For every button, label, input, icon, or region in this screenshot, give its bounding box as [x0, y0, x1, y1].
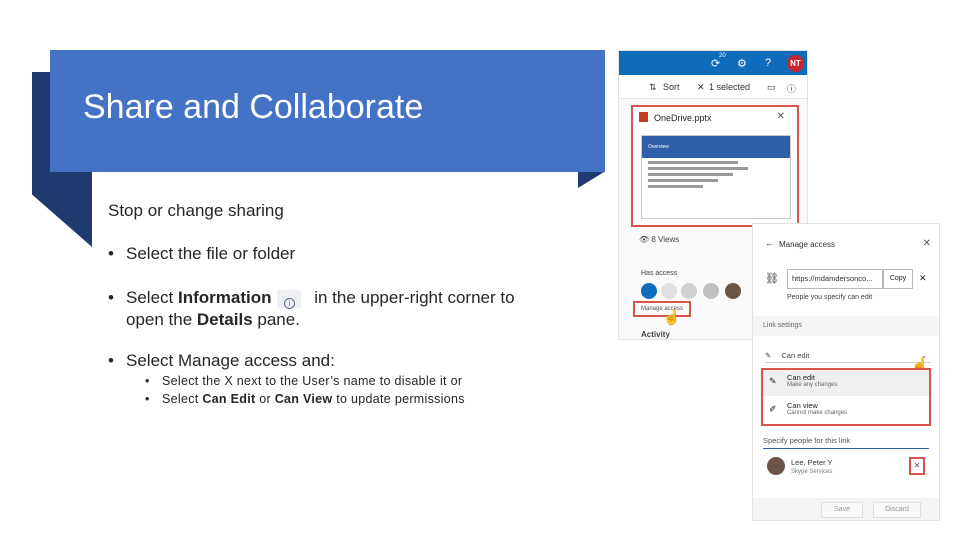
hand-cursor-icon: ☝	[663, 309, 681, 325]
bullet-1-text: Select the file or folder	[126, 244, 296, 263]
file-name: OneDrive.pptx	[654, 113, 712, 123]
banner-fold	[578, 172, 604, 188]
option-label: Can edit	[787, 373, 815, 382]
bullet-glyph: •	[108, 351, 114, 370]
clear-selection-icon[interactable]: ✕	[697, 82, 705, 93]
back-arrow-icon[interactable]: ←	[765, 238, 774, 248]
bullet-3-text: Select Manage access and:	[126, 351, 335, 370]
sort-icon[interactable]: ⇅	[649, 82, 657, 93]
sub-bullet-2: • Select Can Edit or Can View to update p…	[145, 392, 465, 406]
thumbnail-text-line	[648, 161, 738, 164]
link-icon[interactable]	[661, 283, 677, 299]
sub-bullet-2-can-edit: Can Edit	[202, 392, 256, 406]
bullet-2-mid: in the upper-right corner to	[309, 288, 515, 307]
specify-people-input[interactable]: Specify people for this link	[763, 436, 929, 449]
bullet-2-pre: Select	[126, 288, 178, 307]
bullet-2-line2-pre: open the	[126, 310, 197, 329]
manage-access-screenshot: ← Manage access ✕ ⛓ https://mdamdersonco…	[752, 223, 940, 521]
bullet-1: • Select the file or folder	[108, 244, 295, 264]
sub-bullet-1-text: Select the X next to the User’s name to …	[162, 374, 463, 388]
info-icon[interactable]: ⓘ	[787, 82, 796, 95]
sub-bullet-glyph: •	[145, 392, 150, 406]
option-description: Cannot make changes	[787, 410, 848, 416]
bullet-2: • Select Information i in the upper-right …	[108, 287, 568, 331]
sub-bullet-1: • Select the X next to the User’s name to…	[145, 374, 462, 388]
file-preview-panel: OneDrive.pptx ✕ Overview	[631, 105, 799, 227]
command-bar: ⇅ Sort ✕ 1 selected ▭ ⓘ	[619, 75, 807, 99]
thumbnail-text-line	[648, 179, 718, 182]
share-link-field[interactable]: https://mdamdersonco...	[787, 269, 883, 289]
avatar[interactable]: NT	[787, 55, 804, 72]
close-icon[interactable]: ✕	[777, 111, 785, 122]
bullet-2-bold-information: Information	[177, 288, 272, 307]
link-settings-header[interactable]: Link settings	[753, 316, 939, 336]
manage-access-title: Manage access	[779, 240, 836, 249]
manage-access-link[interactable]: Manage access	[633, 301, 691, 317]
bullet-glyph: •	[108, 288, 114, 307]
save-button[interactable]: Save	[821, 502, 863, 518]
user-avatar[interactable]	[725, 283, 741, 299]
gear-icon[interactable]: ⚙	[737, 57, 747, 70]
sub-bullet-2-mid: or	[255, 392, 275, 406]
bullet-3: • Select Manage access and:	[108, 351, 335, 371]
option-description: Make any changes	[787, 382, 838, 388]
sub-bullet-glyph: •	[145, 374, 150, 388]
permission-dropdown[interactable]: ✎ Can edit ⌄	[765, 351, 931, 363]
permission-selected: Can edit	[781, 351, 810, 360]
subheading: Stop or change sharing	[108, 201, 284, 220]
slide-thumbnail: Overview	[641, 135, 791, 219]
person-department: Skype Services	[791, 469, 833, 475]
sub-bullet-2-pre: Select	[162, 392, 203, 406]
link-icon: ⛓	[765, 273, 779, 285]
has-access-label: Has access	[641, 270, 678, 277]
user-avatar[interactable]	[703, 283, 719, 299]
permission-menu: ✎ Can edit Make any changes ✐ Can view C…	[761, 368, 931, 426]
link-permission-note: People you specify can edit	[787, 294, 873, 301]
close-icon[interactable]: ✕	[923, 238, 931, 249]
thumbnail-text-line	[648, 173, 733, 176]
bullet-2-bold-details: Details	[196, 310, 253, 329]
bullet-glyph: •	[108, 244, 114, 263]
activity-label: Activity	[641, 330, 670, 339]
menu-item-can-view[interactable]: ✐ Can view Cannot make changes	[763, 398, 929, 424]
views-count: 👁 8 Views	[639, 235, 680, 244]
person-name: Lee, Peter Y	[791, 458, 833, 467]
pencil-icon: ✎	[769, 376, 777, 386]
file-name-row: OneDrive.pptx	[639, 112, 712, 123]
thumbnail-text-line	[648, 167, 748, 170]
option-label: Can view	[787, 401, 818, 410]
no-edit-icon: ✐	[769, 404, 777, 414]
remove-user-button[interactable]: ✕	[909, 457, 925, 475]
onedrive-top-bar: ⟳ 20 ⚙ ? NT	[619, 51, 807, 75]
person-icon[interactable]	[641, 283, 657, 299]
avatar	[767, 457, 785, 475]
view-options-icon[interactable]: ▭	[767, 82, 776, 93]
menu-item-can-edit[interactable]: ✎ Can edit Make any changes	[763, 370, 929, 396]
selected-count: 1 selected	[709, 82, 751, 92]
copy-button[interactable]: Copy	[883, 269, 913, 289]
sub-bullet-2-can-view: Can View	[274, 392, 333, 406]
thumbnail-text-line	[648, 185, 703, 188]
user-avatar[interactable]	[681, 283, 697, 299]
bullet-2-line2-post: pane.	[252, 310, 300, 329]
information-icon: i	[277, 290, 302, 309]
powerpoint-icon	[639, 112, 648, 122]
remove-link-icon[interactable]: ✕	[919, 273, 927, 284]
pencil-icon: ✎	[765, 351, 772, 360]
sort-button[interactable]: Sort	[663, 82, 680, 92]
thumbnail-title: Overview	[642, 136, 790, 158]
discard-button[interactable]: Discard	[873, 502, 921, 518]
sub-bullet-2-post: to update permissions	[332, 392, 465, 406]
help-icon[interactable]: ?	[765, 57, 771, 69]
footer-bar: Save Discard	[753, 498, 939, 520]
slide-title: Share and Collaborate	[83, 88, 424, 126]
notifications-badge: 20	[719, 53, 726, 59]
